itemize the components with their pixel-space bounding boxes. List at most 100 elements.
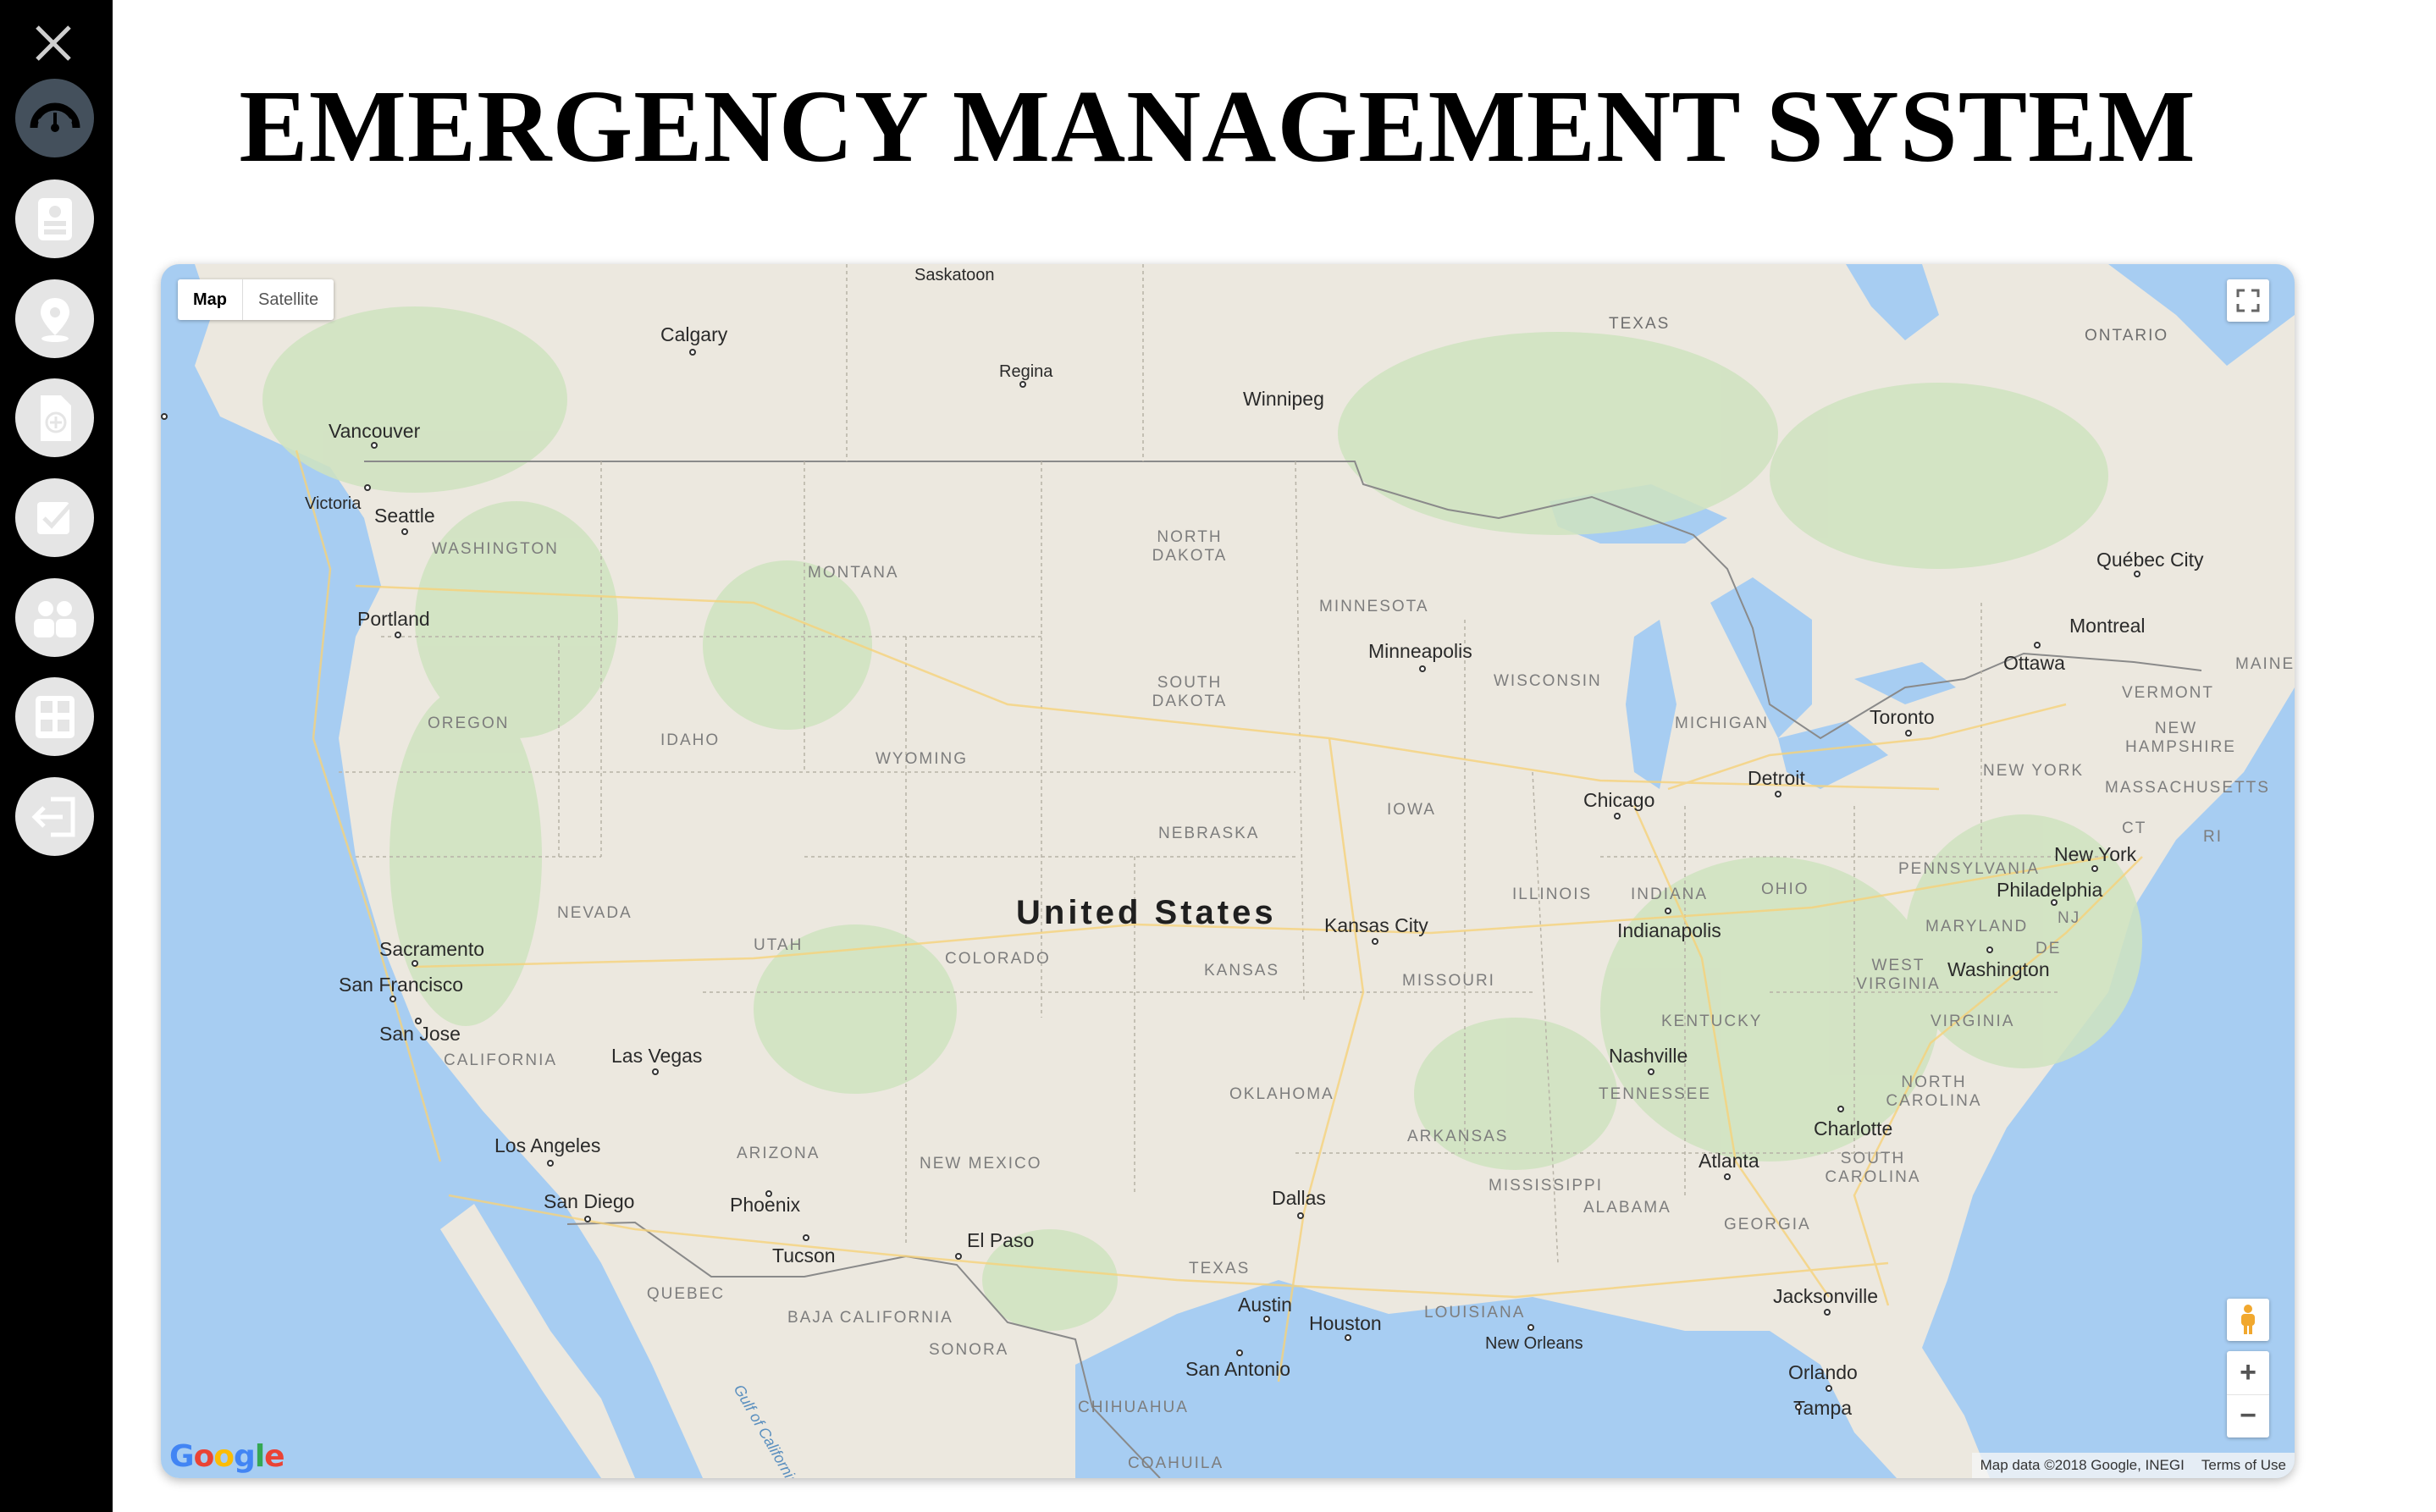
city-label: Detroit (1748, 767, 1805, 789)
sidebar (0, 0, 113, 1512)
nav-report-button[interactable] (15, 378, 94, 457)
state-label: OKLAHOMA (1229, 1085, 1334, 1103)
state-label: ONTARIO (2085, 327, 2169, 345)
city-label: Calgary (660, 323, 728, 345)
city-label: Saskatoon (914, 266, 995, 284)
map-type-control: Map Satellite (178, 279, 334, 320)
state-label: TEXAS (1609, 315, 1671, 333)
map-pin-icon (40, 297, 69, 342)
nav-logout-button[interactable] (15, 777, 94, 856)
gauge-icon (30, 102, 80, 132)
state-label: MINNESOTA (1319, 598, 1429, 615)
state-label: CALIFORNIA (444, 1051, 558, 1069)
state-label: ALABAMA (1583, 1199, 1671, 1217)
pegman-icon (2241, 1305, 2255, 1334)
city-label: Kansas City (1324, 914, 1428, 936)
state-label: CHIHUAHUA (1078, 1399, 1189, 1416)
city-label: San Francisco (339, 974, 464, 996)
city-label: Atlanta (1699, 1150, 1759, 1172)
state-label: NJ (2058, 909, 2081, 927)
city-label: Seattle (374, 505, 435, 527)
city-label: Philadelphia (1997, 879, 2103, 901)
city-label: Vancouver (329, 420, 421, 442)
state-label: CT (2122, 819, 2147, 837)
city-label: Washington (1947, 958, 2050, 980)
state-label: ARIZONA (737, 1145, 820, 1162)
city-label: San Jose (379, 1023, 461, 1045)
city-label: Charlotte (1814, 1117, 1893, 1140)
city-label: San Diego (544, 1190, 635, 1212)
nav-modules-button[interactable] (15, 677, 94, 756)
state-label: MARYLAND (1925, 918, 2029, 935)
nav-location-button[interactable] (15, 279, 94, 358)
city-label: Ottawa (2003, 652, 2065, 674)
city-label: Orlando (1788, 1361, 1858, 1383)
document-plus-icon (40, 395, 71, 441)
state-label: KANSAS (1204, 962, 1280, 979)
grid-icon (35, 695, 75, 738)
state-label: TEXAS (1189, 1260, 1251, 1277)
close-icon (36, 25, 71, 61)
google-logo: Google (169, 1439, 285, 1474)
zoom-in-button[interactable]: + (2227, 1352, 2269, 1395)
city-label: El Paso (967, 1229, 1035, 1251)
terms-of-use-link[interactable]: Terms of Use (2193, 1457, 2295, 1474)
state-label: UTAH (754, 936, 804, 954)
nav-tasks-button[interactable] (15, 478, 94, 557)
state-label: MISSISSIPPI (1489, 1177, 1603, 1195)
state-label: SOUTH CAROLINA (1825, 1150, 1921, 1186)
city-label: New Orleans (1485, 1334, 1583, 1353)
nav-profile-button[interactable] (15, 179, 94, 258)
state-label: ILLINOIS (1512, 886, 1593, 903)
map-type-map-button[interactable]: Map (178, 279, 243, 320)
city-label: Phoenix (730, 1194, 801, 1216)
zoom-control: + − (2227, 1351, 2269, 1438)
nav-dashboard-button[interactable] (15, 79, 94, 157)
map-type-satellite-button[interactable]: Satellite (243, 279, 334, 320)
country-label: United States (1016, 894, 1277, 931)
state-label: VIRGINIA (1931, 1013, 2015, 1030)
city-label: Tampa (1793, 1397, 1853, 1419)
state-label: NEBRASKA (1158, 825, 1260, 842)
state-label: COAHUILA (1128, 1454, 1224, 1472)
state-label: IOWA (1387, 801, 1436, 819)
state-label: OHIO (1761, 880, 1809, 898)
state-label: NEVADA (557, 904, 632, 922)
city-label: Austin (1238, 1294, 1292, 1316)
user-card-icon (37, 197, 72, 240)
state-label: MASSACHUSETTS (2105, 779, 2270, 797)
city-label: Chicago (1583, 789, 1655, 811)
fullscreen-icon (2236, 289, 2260, 312)
state-label: NEW YORK (1983, 762, 2085, 780)
state-label: WEST VIRGINIA (1856, 957, 1941, 993)
state-label: TENNESSEE (1599, 1085, 1712, 1103)
nav-team-button[interactable] (15, 578, 94, 657)
state-label: MONTANA (808, 564, 899, 582)
city-label: Las Vegas (611, 1045, 703, 1067)
state-label: PENNSYLVANIA (1898, 860, 2040, 878)
city-label: Los Angeles (494, 1134, 601, 1156)
zoom-out-button[interactable]: − (2227, 1395, 2269, 1438)
logout-icon (30, 797, 75, 836)
state-label: WISCONSIN (1494, 672, 1602, 690)
city-label: Montreal (2069, 615, 2146, 637)
state-label: MAINE (2235, 655, 2295, 673)
city-label: New York (2054, 843, 2137, 865)
street-view-button[interactable] (2227, 1299, 2269, 1341)
state-label: VERMONT (2122, 684, 2214, 702)
state-label: ARKANSAS (1407, 1128, 1509, 1145)
map-view[interactable]: United States TEXAS ONTARIO WASHINGTON O… (161, 264, 2295, 1478)
close-sidebar-button[interactable] (24, 14, 83, 73)
group-icon (33, 600, 76, 637)
fullscreen-button[interactable] (2227, 279, 2269, 322)
map-attribution: Map data ©2018 Google, INEGI Terms of Us… (1971, 1453, 2295, 1478)
city-label: Minneapolis (1368, 640, 1472, 662)
city-label: Tucson (772, 1244, 836, 1266)
state-label: KENTUCKY (1661, 1013, 1763, 1030)
state-label: COLORADO (945, 950, 1051, 968)
city-label: San Antonio (1185, 1358, 1291, 1380)
state-label: WASHINGTON (432, 540, 559, 558)
city-label: Toronto (1870, 706, 1935, 728)
state-label: SOUTH DAKOTA (1152, 674, 1228, 710)
state-label: NORTH DAKOTA (1152, 528, 1228, 565)
